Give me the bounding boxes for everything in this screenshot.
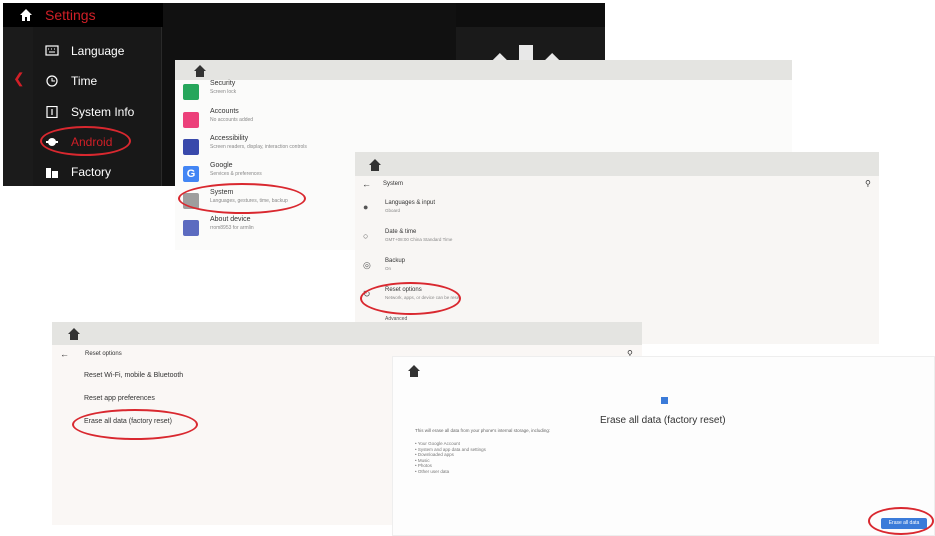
side-rail: [3, 27, 33, 186]
erase-all-data-item[interactable]: Erase all data (factory reset): [84, 418, 172, 425]
toolbar-title: Reset options: [85, 351, 122, 357]
account-icon: [183, 112, 199, 128]
home-icon[interactable]: [407, 364, 421, 378]
menu-label: Time: [71, 74, 98, 88]
backup-icon: ◎: [363, 260, 371, 270]
item-subtitle: Screen lock: [210, 89, 237, 95]
item-title: Reset options: [385, 287, 422, 293]
home-icon[interactable]: [19, 8, 33, 22]
clock-icon: [45, 75, 59, 87]
home-icon[interactable]: [67, 327, 81, 341]
menu-label: Factory: [71, 165, 112, 179]
clock-icon: ○: [363, 231, 369, 241]
item-subtitle: Screen readers, display, interaction con…: [210, 144, 307, 150]
menu-item-system-info[interactable]: System Info: [43, 98, 161, 128]
menu-item-factory[interactable]: Factory: [43, 158, 161, 186]
list-item: • Other user data: [415, 468, 450, 474]
accessibility-icon: [183, 139, 199, 155]
reset-wifi-item[interactable]: Reset Wi-Fi, mobile & Bluetooth: [84, 372, 183, 379]
lock-icon: [183, 84, 199, 100]
erase-list: • Your Google Account • System and app d…: [415, 441, 486, 474]
system-settings-panel: ← System ⚲ ● Languages & input Gboard ○ …: [355, 152, 879, 344]
item-title: Accounts: [210, 108, 239, 115]
item-subtitle: Languages, gestures, time, backup: [210, 198, 288, 204]
menu-label: System Info: [71, 105, 135, 119]
header-right: [456, 3, 605, 27]
factory-icon: [45, 166, 59, 178]
item-subtitle: On: [385, 266, 392, 271]
item-title: Security: [210, 80, 236, 87]
page-title: Settings: [45, 7, 96, 23]
info-icon: [45, 105, 59, 119]
item-title: System: [210, 189, 234, 196]
top-bar: [175, 60, 792, 80]
factory-reset-panel: Erase all data (factory reset) This will…: [392, 356, 935, 536]
item-subtitle: Network, apps, or device can be reset: [385, 295, 461, 300]
google-icon: G: [183, 166, 199, 182]
android-icon: [45, 136, 59, 148]
item-title: About device: [210, 216, 251, 223]
menu-label: Language: [71, 44, 125, 58]
item-title: Languages & input: [385, 200, 436, 206]
search-icon[interactable]: ⚲: [865, 179, 871, 188]
toolbar-title: System: [383, 181, 404, 187]
device-icon: [183, 220, 199, 236]
reset-app-preferences-item[interactable]: Reset app preferences: [84, 395, 155, 402]
back-arrow-icon[interactable]: ←: [60, 349, 69, 359]
header-bar: Settings: [3, 3, 163, 27]
menu-item-android[interactable]: Android: [43, 128, 161, 158]
erase-all-data-button[interactable]: Erase all data: [881, 518, 927, 529]
menu-item-time[interactable]: Time: [43, 67, 161, 97]
keyboard-icon: [45, 45, 59, 57]
item-subtitle: Gboard: [385, 208, 401, 213]
item-subtitle: Services & preferences: [210, 171, 262, 177]
item-title: Date & time: [385, 229, 417, 235]
erase-intro: This will erase all data from your phone…: [415, 428, 551, 433]
item-subtitle: GMT+08:00 China Standard Time: [385, 237, 453, 242]
item-subtitle: rrom8953 for armlin: [210, 225, 254, 231]
back-arrow-icon[interactable]: ←: [362, 179, 371, 189]
home-icon[interactable]: [368, 158, 382, 172]
menu-item-language[interactable]: Language: [43, 37, 161, 67]
item-title: Backup: [385, 258, 406, 264]
home-icon[interactable]: [193, 64, 207, 78]
reset-icon: [661, 397, 668, 404]
item-subtitle: No accounts added: [210, 117, 254, 123]
menu-label: Android: [71, 135, 113, 149]
reset-icon: ↻: [363, 289, 371, 299]
top-bar: [355, 152, 879, 176]
erase-heading: Erase all data (factory reset): [600, 415, 726, 426]
globe-icon: ●: [363, 202, 369, 212]
top-bar: [52, 322, 642, 345]
item-title: Accessibility: [210, 135, 249, 142]
item-title: Google: [210, 162, 233, 169]
system-icon: [183, 193, 199, 209]
back-chevron-icon[interactable]: ❮: [13, 70, 25, 87]
settings-menu: Language Time System Info Android Factor…: [33, 27, 162, 186]
